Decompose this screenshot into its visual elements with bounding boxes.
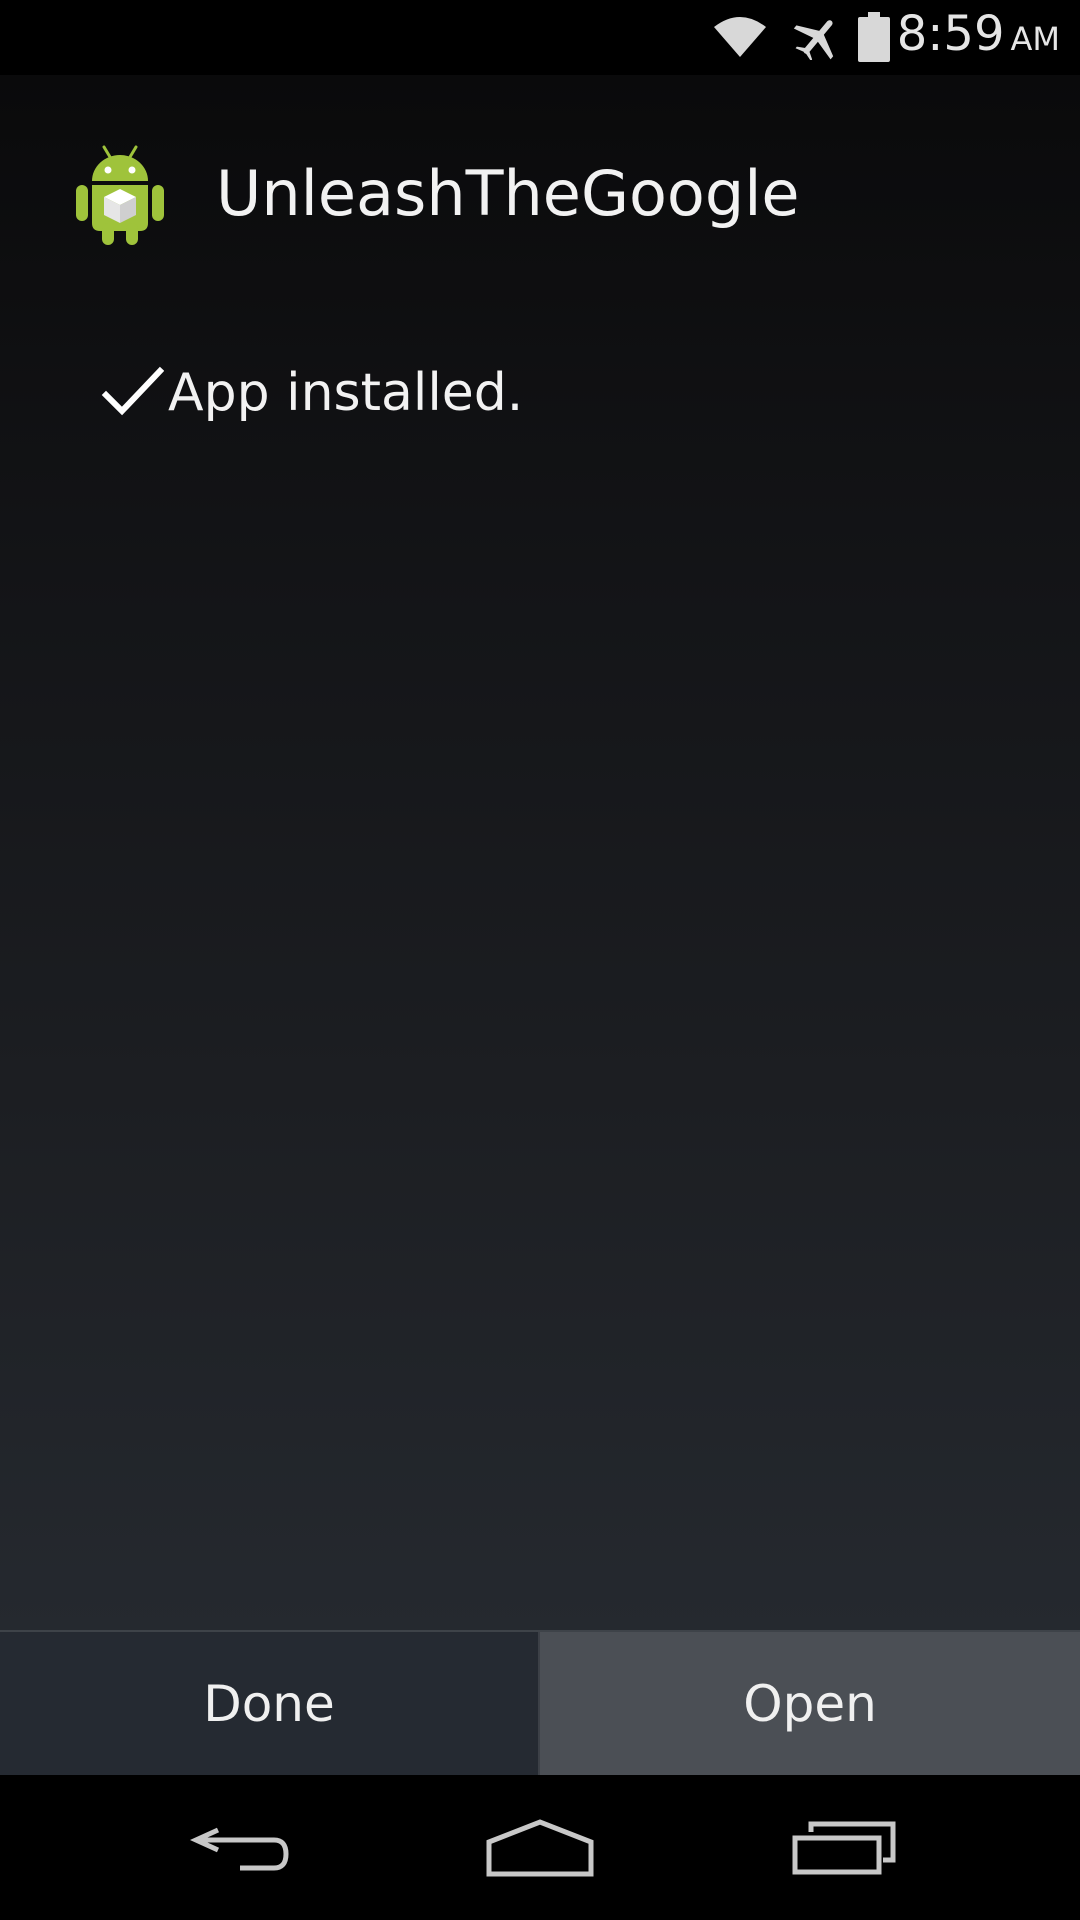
status-clock: 8:59 AM (897, 6, 1060, 76)
battery-icon (858, 12, 890, 62)
open-button-label: Open (743, 1674, 877, 1733)
install-status: App installed. (100, 355, 523, 431)
open-button[interactable]: Open (540, 1632, 1080, 1775)
navigation-bar (0, 1775, 1080, 1920)
android-package-icon (76, 145, 164, 245)
home-icon (486, 1818, 594, 1876)
status-ampm: AM (1010, 20, 1061, 58)
app-installer-screen: 8:59AM UnleashTheGoogle App installed. (0, 0, 1080, 1920)
install-status-text: App installed. (168, 363, 524, 423)
home-button[interactable] (420, 1775, 660, 1920)
done-button[interactable]: Done (0, 1632, 540, 1775)
status-bar: 8:59 AM (0, 0, 1080, 75)
recents-icon (792, 1821, 896, 1874)
done-button-label: Done (203, 1674, 335, 1733)
check-icon (101, 366, 164, 416)
app-name: UnleashTheGoogle (216, 157, 800, 230)
recents-button[interactable] (724, 1775, 964, 1920)
back-icon (189, 1827, 289, 1870)
airplane-mode-icon (793, 20, 834, 60)
status-time: 8:59 (896, 6, 1005, 62)
action-button-bar: Done Open (0, 1630, 1080, 1775)
wifi-icon (714, 17, 766, 57)
back-button[interactable] (120, 1775, 360, 1920)
